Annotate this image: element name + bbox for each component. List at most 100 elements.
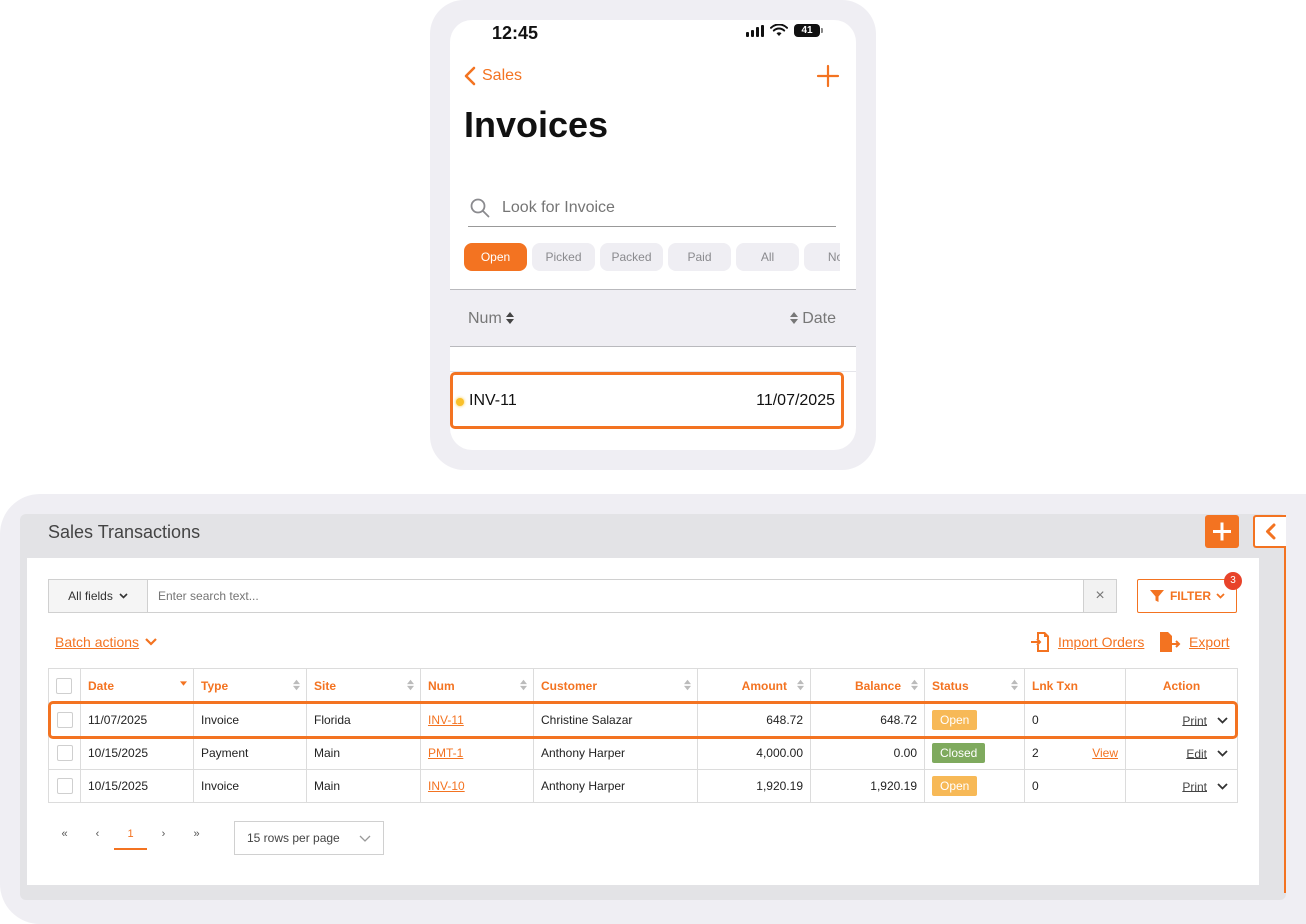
batch-actions-dropdown[interactable]: Batch actions — [55, 634, 157, 650]
column-lnk-txn: Lnk Txn — [1024, 668, 1126, 704]
table-row[interactable]: 11/07/2025 Invoice Florida INV-11 Christ… — [48, 703, 1238, 737]
column-customer[interactable]: Customer — [533, 668, 698, 704]
column-balance-label: Balance — [854, 679, 901, 693]
panel-accent-bar — [1284, 547, 1286, 893]
back-button[interactable]: Sales — [464, 66, 522, 86]
first-page-button[interactable]: « — [48, 822, 81, 850]
table-row[interactable]: 10/15/2025 Invoice Main INV-10 Anthony H… — [48, 769, 1238, 803]
print-link[interactable]: Print — [1182, 713, 1207, 727]
sort-num-header[interactable]: Num — [468, 310, 515, 328]
view-link[interactable]: View — [1092, 746, 1118, 760]
cell-action: Print — [1125, 769, 1238, 803]
status-badge: Open — [932, 776, 978, 796]
filter-button[interactable]: FILTER — [1137, 579, 1237, 613]
row-checkbox[interactable] — [56, 778, 73, 794]
column-balance[interactable]: Balance — [810, 668, 925, 704]
chip-open[interactable]: Open — [464, 243, 527, 271]
list-item[interactable]: INV-11 11/07/2025 — [450, 372, 844, 429]
sort-icon — [797, 679, 804, 691]
add-invoice-button[interactable] — [816, 64, 840, 88]
column-amount[interactable]: Amount — [697, 668, 811, 704]
current-page-button[interactable]: 1 — [114, 822, 147, 850]
row-checkbox[interactable] — [56, 745, 73, 761]
column-type[interactable]: Type — [193, 668, 307, 704]
export-label: Export — [1189, 634, 1230, 650]
column-status[interactable]: Status — [924, 668, 1025, 704]
last-page-button[interactable]: » — [180, 822, 213, 850]
import-orders-link[interactable]: Import Orders — [1030, 631, 1144, 653]
header-num-label: Num — [468, 310, 502, 327]
cell-balance: 0.00 — [810, 736, 925, 770]
battery-icon: 41 — [794, 24, 823, 37]
import-icon — [1031, 632, 1049, 652]
column-type-label: Type — [201, 679, 229, 693]
sort-icon — [506, 312, 515, 324]
cell-type: Invoice — [193, 703, 307, 737]
sort-icon — [520, 679, 527, 691]
clear-search-button[interactable]: × — [1083, 579, 1117, 613]
select-all-checkbox[interactable] — [56, 678, 72, 694]
cell-amount: 4,000.00 — [697, 736, 811, 770]
chevron-down-icon[interactable] — [1217, 783, 1228, 790]
cell-status: Open — [924, 703, 1025, 737]
chip-picked[interactable]: Picked — [532, 243, 595, 271]
edit-link[interactable]: Edit — [1186, 746, 1207, 760]
invoice-search[interactable] — [468, 190, 836, 227]
chevron-down-icon — [359, 835, 371, 842]
row-select-cell — [48, 769, 81, 803]
search-input[interactable] — [147, 579, 1084, 613]
cell-action: Print — [1125, 703, 1238, 737]
sort-icon — [1011, 679, 1018, 691]
sort-desc-icon — [180, 681, 187, 686]
status-badge: Closed — [932, 743, 986, 763]
next-page-button[interactable]: › — [147, 822, 180, 850]
sort-date-header[interactable]: Date — [789, 310, 836, 328]
invoice-num: INV-11 — [469, 392, 517, 409]
sort-icon — [407, 679, 414, 691]
column-date[interactable]: Date — [80, 668, 194, 704]
filter-icon — [1149, 590, 1164, 602]
cell-date: 10/15/2025 — [80, 736, 194, 770]
cell-num: PMT-1 — [420, 736, 534, 770]
export-icon — [1160, 632, 1181, 652]
plus-icon — [1213, 522, 1231, 541]
status-chips: Open Picked Packed Paid All No — [464, 243, 840, 273]
column-action: Action — [1125, 668, 1238, 704]
row-checkbox[interactable] — [56, 712, 73, 728]
num-link[interactable]: INV-11 — [428, 713, 464, 727]
sort-icon — [293, 679, 300, 691]
export-link[interactable]: Export — [1159, 631, 1229, 653]
invoice-search-input[interactable] — [502, 199, 802, 217]
chip-all[interactable]: All — [736, 243, 799, 271]
chip-no[interactable]: No — [804, 243, 840, 271]
sort-icon — [911, 679, 918, 691]
num-link[interactable]: INV-10 — [428, 779, 465, 793]
cell-customer: Anthony Harper — [533, 736, 698, 770]
num-link[interactable]: PMT-1 — [428, 746, 463, 760]
cell-site: Florida — [306, 703, 421, 737]
chevron-down-icon — [145, 638, 157, 646]
lnk-count: 0 — [1032, 713, 1039, 727]
column-action-label: Action — [1162, 679, 1201, 693]
column-amount-label: Amount — [741, 679, 787, 693]
rows-per-page-select[interactable]: 15 rows per page — [234, 821, 384, 855]
cell-balance: 1,920.19 — [810, 769, 925, 803]
chip-packed[interactable]: Packed — [600, 243, 663, 271]
add-transaction-button[interactable] — [1205, 515, 1239, 548]
chevron-left-icon — [1266, 523, 1276, 540]
cell-date: 11/07/2025 — [80, 703, 194, 737]
cell-lnk-txn: 2 View — [1024, 736, 1126, 770]
wifi-icon — [770, 24, 788, 36]
chip-paid[interactable]: Paid — [668, 243, 731, 271]
collapse-panel-button[interactable] — [1253, 515, 1286, 548]
column-num[interactable]: Num — [420, 668, 534, 704]
chevron-down-icon[interactable] — [1217, 750, 1228, 757]
table-row[interactable]: 10/15/2025 Payment Main PMT-1 Anthony Ha… — [48, 736, 1238, 770]
pagination: « ‹ 1 › » — [48, 822, 213, 850]
field-select[interactable]: All fields — [48, 579, 148, 613]
prev-page-button[interactable]: ‹ — [81, 822, 114, 850]
column-site[interactable]: Site — [306, 668, 421, 704]
print-link[interactable]: Print — [1182, 779, 1207, 793]
chevron-down-icon[interactable] — [1217, 717, 1228, 724]
row-select-cell — [48, 703, 81, 737]
